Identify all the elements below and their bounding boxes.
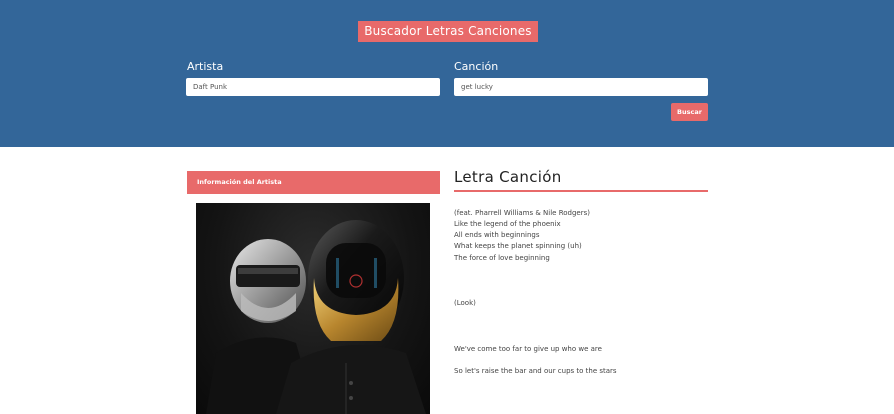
lyrics-heading: Letra Canción	[454, 168, 562, 186]
search-header: Buscador Letras Canciones Artista Canció…	[0, 0, 894, 147]
lyric-line: (Look)	[454, 299, 476, 307]
lyrics-heading-divider	[454, 190, 708, 192]
lyric-line: Like the legend of the phoenix	[454, 220, 561, 228]
lyric-line: All ends with beginnings	[454, 231, 540, 239]
lyric-line: We've come too far to give up who we are	[454, 345, 602, 353]
lyric-line: The force of love beginning	[454, 254, 550, 262]
lyric-line: What keeps the planet spinning (uh)	[454, 242, 582, 250]
app-title: Buscador Letras Canciones	[358, 21, 538, 42]
artist-info-heading: Información del Artista	[187, 171, 440, 194]
artist-image	[196, 203, 430, 414]
lyric-line: So let's raise the bar and our cups to t…	[454, 367, 617, 375]
artist-label: Artista	[187, 60, 224, 73]
search-button[interactable]: Buscar	[671, 103, 708, 121]
lyric-line: (feat. Pharrell Williams & Nile Rodgers)	[454, 209, 590, 217]
song-label: Canción	[454, 60, 499, 73]
song-input[interactable]	[454, 78, 708, 96]
artist-input[interactable]	[186, 78, 440, 96]
